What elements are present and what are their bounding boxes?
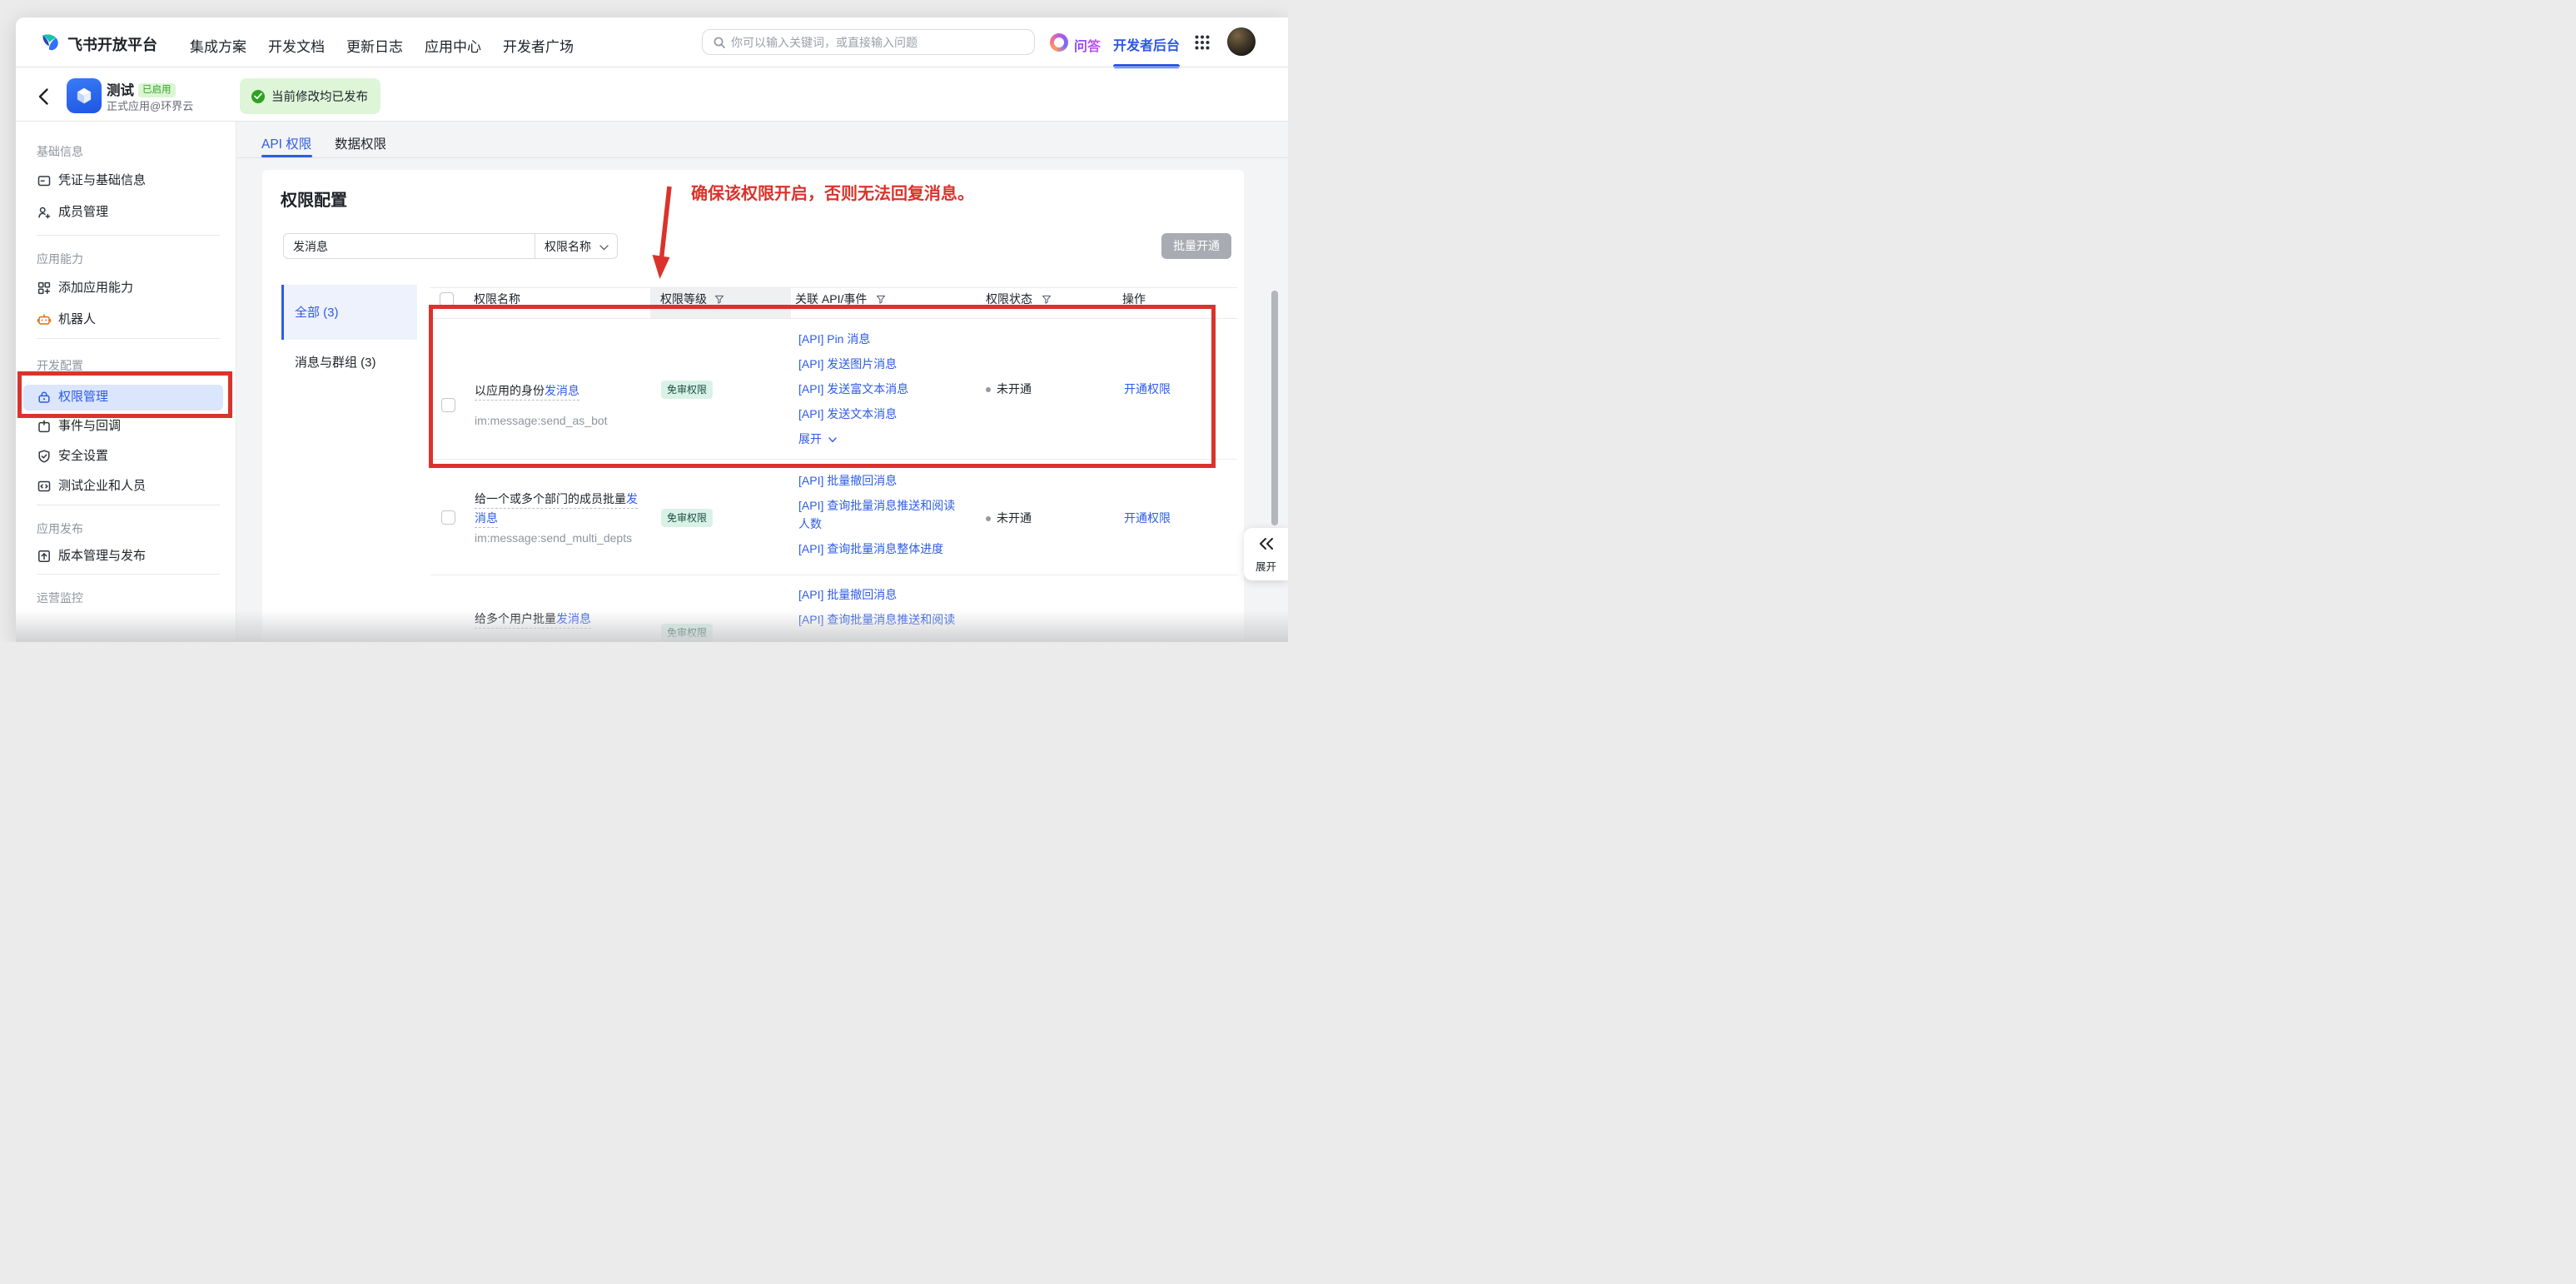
- nav-item-changelog[interactable]: 更新日志: [346, 35, 403, 56]
- add-capability-icon: [37, 281, 52, 296]
- back-icon[interactable]: [37, 87, 49, 106]
- api-link[interactable]: [API] 查询批量消息推送和阅读人数: [798, 496, 967, 533]
- developer-console-tab[interactable]: 开发者后台: [1113, 34, 1180, 54]
- permission-search-input[interactable]: [293, 235, 526, 257]
- qa-link[interactable]: 问答: [1074, 35, 1101, 55]
- category-all[interactable]: 全部 (3): [295, 306, 339, 321]
- annotation-text: 确保该权限开启，否则无法回复消息。: [691, 180, 974, 204]
- permission-code: im:message:send_multi_depts: [475, 531, 632, 545]
- annotation-box-sidebar: [17, 371, 232, 418]
- robot-icon: [37, 312, 52, 327]
- banner-text: 当前修改均已发布: [271, 87, 368, 105]
- qa-ring-icon[interactable]: [1050, 33, 1068, 52]
- nav-item-docs[interactable]: 开发文档: [268, 35, 325, 56]
- sidebar-section-monitor: 运营监控: [37, 591, 83, 605]
- double-chevron-left-icon: [1259, 537, 1274, 550]
- tabstrip-divider: [236, 157, 1288, 158]
- global-search: [702, 29, 1035, 55]
- filter-funnel-icon[interactable]: [714, 295, 724, 305]
- expand-panel-button[interactable]: 展开: [1244, 528, 1288, 580]
- sidebar-rule: [37, 338, 220, 339]
- app-icon: [67, 78, 102, 113]
- search-icon: [713, 36, 726, 49]
- level-tag: 免审权限: [661, 509, 713, 527]
- sidebar-section-release: 应用发布: [37, 522, 83, 535]
- event-callback-icon: [37, 419, 52, 434]
- sidebar-item-bot[interactable]: 机器人: [37, 312, 96, 327]
- sidebar-item-events[interactable]: 事件与回调: [37, 419, 121, 434]
- sidebar-item-version-release[interactable]: 版本管理与发布: [37, 549, 146, 564]
- tab-data-permission[interactable]: 数据权限: [335, 134, 386, 152]
- global-search-input[interactable]: [731, 31, 1022, 53]
- api-link[interactable]: [API] 查询批量消息整体进度: [798, 540, 967, 558]
- row-checkbox[interactable]: [441, 510, 455, 525]
- nav-item-solutions[interactable]: 集成方案: [190, 35, 246, 56]
- top-nav: 集成方案 开发文档 更新日志 应用中心 开发者广场: [190, 35, 574, 56]
- api-link[interactable]: [API] 批量撤回消息: [798, 471, 967, 490]
- shield-check-icon: [37, 449, 52, 464]
- bottom-fade: [16, 610, 1288, 642]
- user-avatar[interactable]: [1227, 27, 1256, 56]
- published-banner: 当前修改均已发布: [240, 78, 380, 114]
- filter-field-select[interactable]: 权限名称: [545, 240, 591, 254]
- check-circle-icon: [251, 90, 265, 103]
- expand-panel-label: 展开: [1244, 558, 1288, 574]
- sidebar-section-capability: 应用能力: [37, 252, 83, 266]
- scrollbar-thumb[interactable]: [1271, 291, 1278, 525]
- page: 飞书开放平台 集成方案 开发文档 更新日志 应用中心 开发者广场 问答 开发者后…: [0, 0, 1288, 642]
- annotation-arrow: [648, 180, 694, 283]
- api-links: [API] 批量撤回消息 [API] 查询批量消息推送和阅读人数 [API] 查…: [798, 471, 967, 565]
- sidebar-rule: [37, 235, 220, 236]
- apps-grid-icon[interactable]: [1195, 35, 1210, 50]
- credential-icon: [37, 173, 52, 188]
- app-name: 测试: [107, 83, 134, 98]
- nav-item-appcenter[interactable]: 应用中心: [425, 35, 481, 56]
- sidebar-item-add-capability[interactable]: 添加应用能力: [37, 281, 133, 296]
- sidebar-item-test-enterprise[interactable]: 测试企业和人员: [37, 479, 146, 494]
- sidebar-item-members[interactable]: 成员管理: [37, 205, 108, 220]
- tab-api-permission[interactable]: API 权限: [261, 134, 311, 152]
- brand-title: 飞书开放平台: [67, 33, 157, 55]
- sidebar-section-devconfig: 开发配置: [37, 359, 83, 372]
- category-active-bar: [281, 285, 284, 340]
- app-type: 正式应用@环界云: [107, 100, 193, 113]
- sidebar-section-basic: 基础信息: [37, 145, 83, 158]
- table-top-border: [430, 287, 1237, 288]
- api-link[interactable]: [API] 批量撤回消息: [798, 585, 973, 604]
- code-box-icon: [37, 479, 52, 494]
- permission-search: 权限名称: [283, 233, 618, 259]
- nav-item-devplaza[interactable]: 开发者广场: [503, 35, 574, 56]
- enable-permission-link[interactable]: 开通权限: [1124, 511, 1171, 525]
- annotation-box-row: [429, 305, 1216, 468]
- sidebar-item-credentials[interactable]: 凭证与基础信息: [37, 173, 146, 188]
- card-title: 权限配置: [281, 192, 347, 211]
- chevron-down-icon: [599, 245, 609, 251]
- category-message-group[interactable]: 消息与群组 (3): [295, 356, 376, 371]
- permission-name: 给一个或多个部门的成员批量发消息: [475, 490, 641, 528]
- filter-funnel-icon[interactable]: [876, 295, 886, 305]
- status-text: 未开通: [997, 511, 1032, 525]
- member-add-icon: [37, 205, 52, 220]
- publish-arrow-icon: [37, 549, 52, 564]
- status-badge: 已启用: [138, 83, 176, 97]
- sidebar-rule: [37, 574, 220, 575]
- sidebar-item-security[interactable]: 安全设置: [37, 449, 108, 464]
- status-dot-icon: [986, 516, 991, 521]
- batch-enable-button[interactable]: 批量开通: [1161, 233, 1231, 259]
- feishu-logo-icon: [39, 31, 62, 53]
- filter-funnel-icon[interactable]: [1042, 295, 1052, 305]
